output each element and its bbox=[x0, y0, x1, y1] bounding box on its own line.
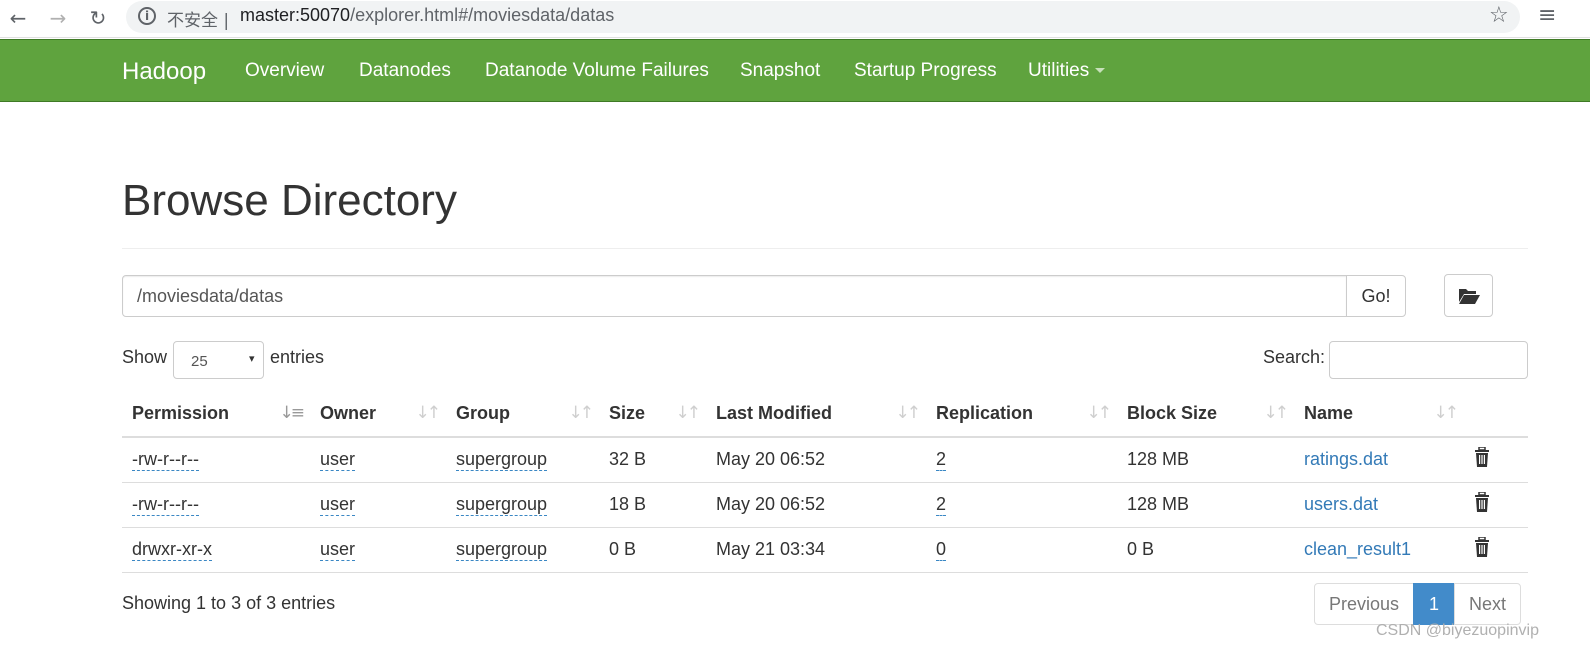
col-actions bbox=[1464, 391, 1528, 438]
table-header-row: Permission ↓≡ Owner ↓↑ Group ↓↑ Size ↓↑ Last… bbox=[122, 391, 1528, 438]
caret-down-icon bbox=[1095, 68, 1106, 74]
reading-list-icon[interactable]: ≡ bbox=[1538, 3, 1556, 28]
nav-datanodes[interactable]: Datanodes bbox=[359, 60, 451, 82]
bookmark-star-icon[interactable]: ☆ bbox=[1489, 3, 1509, 28]
file-table: Permission ↓≡ Owner ↓↑ Group ↓↑ Size ↓↑ Last… bbox=[122, 391, 1528, 573]
permission-cell[interactable]: -rw-r--r-- bbox=[132, 449, 199, 472]
nav-startup-progress[interactable]: Startup Progress bbox=[854, 60, 997, 82]
entries-per-page-select[interactable]: 25 ▾ bbox=[173, 341, 264, 379]
size-cell: 18 B bbox=[599, 482, 706, 528]
table-row: -rw-r--r-- user supergroup 32 B May 20 0… bbox=[122, 437, 1528, 483]
sort-icon: ↓↑ bbox=[568, 403, 594, 423]
table-row: drwxr-xr-x user supergroup 0 B May 21 03… bbox=[122, 527, 1528, 573]
watermark: CSDN @biyezuopinvip bbox=[1376, 622, 1539, 639]
top-navbar: Hadoop Overview Datanodes Datanode Volum… bbox=[0, 39, 1590, 102]
trash-icon[interactable] bbox=[1474, 446, 1490, 472]
url-text[interactable]: master:50070/explorer.html#/moviesdata/d… bbox=[240, 5, 614, 26]
sort-icon: ↓↑ bbox=[895, 403, 921, 423]
modified-cell: May 20 06:52 bbox=[706, 482, 926, 528]
nav-datanode-volume-failures[interactable]: Datanode Volume Failures bbox=[485, 60, 709, 82]
entries-select-value: 25 bbox=[191, 353, 208, 370]
permission-cell[interactable]: drwxr-xr-x bbox=[132, 539, 212, 561]
owner-cell[interactable]: user bbox=[320, 539, 356, 561]
replication-cell[interactable]: 0 bbox=[936, 539, 947, 561]
reload-icon[interactable]: ↻ bbox=[84, 4, 112, 32]
next-button[interactable]: Next bbox=[1454, 583, 1522, 625]
trash-icon[interactable] bbox=[1474, 536, 1490, 562]
owner-cell[interactable]: user bbox=[320, 494, 356, 516]
block-size-cell: 128 MB bbox=[1117, 482, 1294, 528]
col-group[interactable]: Group ↓↑ bbox=[446, 391, 599, 438]
file-name-link[interactable]: users.dat bbox=[1304, 494, 1378, 514]
dropdown-arrow-icon: ▾ bbox=[249, 352, 255, 365]
search-label: Search: bbox=[1263, 347, 1326, 367]
col-block-size[interactable]: Block Size ↓↑ bbox=[1117, 391, 1294, 438]
search-input[interactable] bbox=[1329, 341, 1528, 379]
back-icon[interactable]: ← bbox=[4, 4, 32, 32]
modified-cell: May 20 06:52 bbox=[706, 437, 926, 483]
col-size[interactable]: Size ↓↑ bbox=[599, 391, 706, 438]
modified-cell: May 21 03:34 bbox=[706, 527, 926, 573]
entries-label: entries bbox=[270, 347, 325, 367]
sort-icon: ↓↑ bbox=[1086, 403, 1112, 423]
col-name[interactable]: Name ↓↑ bbox=[1294, 391, 1464, 438]
show-label: Show bbox=[122, 347, 168, 367]
table-row: -rw-r--r-- user supergroup 18 B May 20 0… bbox=[122, 482, 1528, 528]
sort-ascending-icon: ↓≡ bbox=[279, 403, 305, 423]
forward-icon[interactable]: → bbox=[44, 4, 72, 32]
directory-name-link[interactable]: clean_result1 bbox=[1304, 539, 1411, 559]
pagination: Previous 1 Next bbox=[1314, 583, 1522, 625]
go-button[interactable]: Go! bbox=[1346, 275, 1406, 317]
permission-cell[interactable]: -rw-r--r-- bbox=[132, 494, 199, 516]
col-last-modified[interactable]: Last Modified ↓↑ bbox=[706, 391, 926, 438]
group-cell[interactable]: supergroup bbox=[456, 539, 548, 561]
page-button-1[interactable]: 1 bbox=[1413, 583, 1456, 625]
owner-cell[interactable]: user bbox=[320, 449, 356, 472]
sort-icon: ↓↑ bbox=[675, 403, 701, 423]
col-owner[interactable]: Owner ↓↑ bbox=[310, 391, 446, 438]
previous-button[interactable]: Previous bbox=[1314, 583, 1415, 625]
trash-icon[interactable] bbox=[1474, 491, 1490, 517]
size-cell: 32 B bbox=[599, 437, 706, 483]
size-cell: 0 B bbox=[599, 527, 706, 573]
nav-snapshot[interactable]: Snapshot bbox=[740, 60, 820, 82]
file-name-link[interactable]: ratings.dat bbox=[1304, 449, 1388, 469]
security-label: 不安全 | bbox=[167, 11, 230, 31]
create-directory-button[interactable] bbox=[1444, 274, 1493, 317]
info-icon[interactable]: i bbox=[138, 7, 156, 25]
table-info: Showing 1 to 3 of 3 entries bbox=[122, 593, 336, 613]
col-replication[interactable]: Replication ↓↑ bbox=[926, 391, 1117, 438]
nav-overview[interactable]: Overview bbox=[245, 60, 324, 82]
replication-cell[interactable]: 2 bbox=[936, 449, 947, 472]
block-size-cell: 128 MB bbox=[1117, 437, 1294, 483]
sort-icon: ↓↑ bbox=[1433, 403, 1459, 423]
title-divider bbox=[122, 248, 1528, 249]
brand-logo[interactable]: Hadoop bbox=[122, 58, 206, 86]
group-cell[interactable]: supergroup bbox=[456, 449, 548, 472]
block-size-cell: 0 B bbox=[1117, 527, 1294, 573]
replication-cell[interactable]: 2 bbox=[936, 494, 947, 516]
folder-open-icon bbox=[1459, 289, 1480, 304]
nav-utilities-label: Utilities bbox=[1028, 60, 1090, 81]
nav-utilities[interactable]: Utilities bbox=[1028, 60, 1106, 82]
browser-toolbar: ← → ↻ i 不安全 | master:50070/explorer.html… bbox=[0, 0, 1590, 38]
page-title: Browse Directory bbox=[122, 176, 457, 225]
sort-icon: ↓↑ bbox=[1263, 403, 1289, 423]
directory-path-input[interactable] bbox=[122, 275, 1347, 317]
col-permission[interactable]: Permission ↓≡ bbox=[122, 391, 310, 438]
group-cell[interactable]: supergroup bbox=[456, 494, 548, 516]
sort-icon: ↓↑ bbox=[415, 403, 441, 423]
